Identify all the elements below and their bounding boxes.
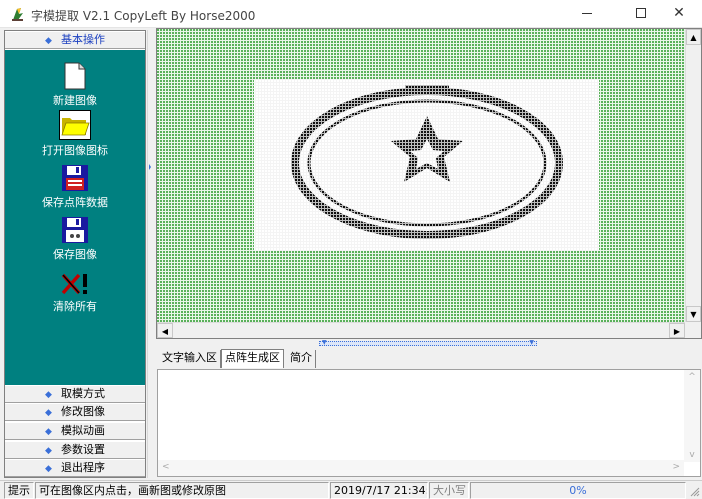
tool-panel: 新建图像 打开图像图标 保存点阵数据 保存图像 清除所有 xyxy=(5,50,145,385)
tool-label: 保存图像 xyxy=(53,248,97,261)
section-label: 修改图像 xyxy=(60,405,105,418)
splitter-grip-icon xyxy=(149,164,151,170)
section-label: 参数设置 xyxy=(60,443,105,456)
title-bar: 字模提取 V2.1 CopyLeft By Horse2000 ✕ xyxy=(0,0,702,28)
canvas-vertical-scrollbar[interactable]: ▲ ▼ xyxy=(685,29,701,322)
sidebar: ◆ 基本操作 新建图像 打开图像图标 保存点阵数据 保存图像 清除所有 ◆ 取模… xyxy=(4,30,146,478)
output-vertical-scrollbar[interactable]: ^ v xyxy=(684,370,700,462)
diamond-icon: ◆ xyxy=(45,390,52,400)
tab-strip: 文字输入区 点阵生成区 简介 xyxy=(156,348,702,368)
status-bar: 提示 可在图像区内点击，画新图或修改原图 2019/7/17 21:34:18 … xyxy=(0,480,702,499)
close-button[interactable]: ✕ xyxy=(656,0,702,28)
scroll-down-icon[interactable]: v xyxy=(684,450,700,460)
clear-all-icon xyxy=(61,273,87,295)
diamond-icon: ◆ xyxy=(45,427,52,437)
new-file-icon xyxy=(64,62,86,90)
output-horizontal-scrollbar[interactable]: < > xyxy=(158,460,684,476)
scroll-up-icon[interactable]: ▲ xyxy=(686,29,701,45)
scroll-right-icon[interactable]: > xyxy=(672,462,680,472)
scroll-right-icon[interactable]: ▶ xyxy=(669,323,685,338)
save-image-icon xyxy=(62,217,88,243)
diamond-icon: ◆ xyxy=(45,408,52,418)
scroll-up-icon[interactable]: ^ xyxy=(684,372,700,382)
open-folder-icon xyxy=(59,110,91,140)
app-icon xyxy=(12,8,23,21)
diamond-icon: ◆ xyxy=(45,464,52,474)
scroll-left-icon[interactable]: ◀ xyxy=(157,323,173,338)
diamond-icon: ◆ xyxy=(45,36,52,46)
tool-save-image[interactable]: 保存图像 xyxy=(5,216,145,262)
tool-new-image[interactable]: 新建图像 xyxy=(5,62,145,108)
pixel-grid-canvas[interactable] xyxy=(157,29,685,322)
vertical-splitter[interactable] xyxy=(147,30,153,478)
minimize-button[interactable] xyxy=(564,0,610,28)
splitter-down-icon: ▼ xyxy=(529,339,534,346)
section-label: 基本操作 xyxy=(60,33,105,46)
scroll-corner xyxy=(685,322,701,338)
maximize-icon xyxy=(636,8,646,18)
section-label: 取模方式 xyxy=(60,387,105,400)
splitter-down-icon: ▼ xyxy=(322,339,327,346)
status-progress: 0% xyxy=(470,482,686,499)
scroll-left-icon[interactable]: < xyxy=(162,462,170,472)
section-basic-operations[interactable]: ◆ 基本操作 xyxy=(5,31,145,49)
dot-matrix-output[interactable]: ^ v < > xyxy=(157,369,701,477)
tool-label: 清除所有 xyxy=(53,300,97,313)
window-title: 字模提取 V2.1 CopyLeft By Horse2000 xyxy=(31,9,256,23)
section-label: 退出程序 xyxy=(60,461,105,474)
status-hint-text: 可在图像区内点击，画新图或修改原图 xyxy=(35,482,329,499)
tool-save-data[interactable]: 保存点阵数据 xyxy=(5,164,145,210)
splitter-handle[interactable]: ▼ ▼ xyxy=(319,339,537,346)
section-exit-program[interactable]: ◆ 退出程序 xyxy=(5,459,145,477)
section-parameter-settings[interactable]: ◆ 参数设置 xyxy=(5,441,145,459)
status-datetime: 2019/7/17 21:34:18 xyxy=(330,482,428,499)
close-icon: ✕ xyxy=(673,5,685,21)
tool-label: 打开图像图标 xyxy=(42,144,108,157)
canvas-horizontal-scrollbar[interactable]: ◀ ▶ xyxy=(157,322,685,338)
status-caps: 大小写 xyxy=(429,482,469,499)
section-simulate-animation[interactable]: ◆ 模拟动画 xyxy=(5,422,145,440)
tool-clear-all[interactable]: 清除所有 xyxy=(5,272,145,314)
tool-open-image[interactable]: 打开图像图标 xyxy=(5,110,145,158)
tool-label: 新建图像 xyxy=(53,94,97,107)
resize-grip-icon[interactable] xyxy=(690,487,700,497)
tab-intro[interactable]: 简介 xyxy=(287,350,316,368)
minimize-icon xyxy=(582,12,592,14)
save-data-icon xyxy=(62,165,88,191)
horizontal-splitter[interactable]: ▼ ▼ xyxy=(156,339,702,347)
section-capture-mode[interactable]: ◆ 取模方式 xyxy=(5,385,145,403)
status-hint-label: 提示 xyxy=(4,482,34,499)
section-label: 模拟动画 xyxy=(60,424,105,437)
tab-text-input[interactable]: 文字输入区 xyxy=(159,350,221,368)
scroll-down-icon[interactable]: ▼ xyxy=(686,306,701,322)
diamond-icon: ◆ xyxy=(45,446,52,456)
section-modify-image[interactable]: ◆ 修改图像 xyxy=(5,403,145,421)
tool-label: 保存点阵数据 xyxy=(42,196,108,209)
tab-dot-matrix[interactable]: 点阵生成区 xyxy=(221,349,284,368)
